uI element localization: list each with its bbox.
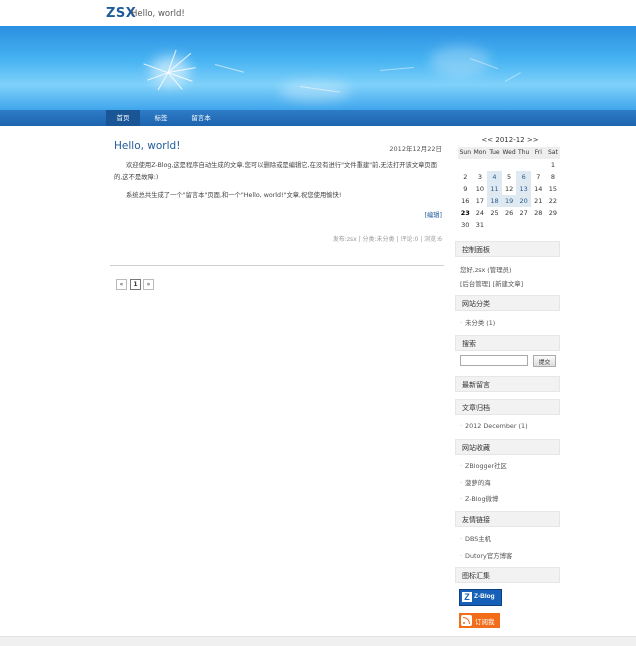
post-date: 2012年12月22日 (389, 145, 442, 153)
site-subtitle: Hello, world! (131, 9, 185, 19)
calendar-day: 27 (519, 209, 528, 217)
search-input[interactable] (460, 355, 528, 366)
rss-icon (461, 615, 472, 626)
main-nav: 首页 标签 留言本 (0, 110, 636, 126)
pager-current-page: 1 (130, 279, 141, 290)
calendar-day: 8 (550, 173, 555, 181)
site-header: ZSX Hello, world! (0, 0, 636, 26)
search-submit-button[interactable]: 提交 (533, 355, 556, 367)
favorite-link[interactable]: · ZBlogger社区 (460, 461, 507, 470)
calendar-weekday: Fri (531, 147, 546, 159)
calendar-day: 9 (463, 185, 468, 193)
admin-panel-link[interactable]: [后台管理] (460, 280, 491, 288)
favorite-link[interactable]: · Z-Blog微博 (460, 494, 498, 503)
calendar-day: 15 (548, 185, 558, 193)
calendar-day: 25 (490, 209, 499, 217)
post-title[interactable]: Hello, world! (114, 140, 180, 152)
calendar-day: 17 (475, 197, 485, 205)
rss-subscribe-badge[interactable]: 订阅我 (459, 613, 500, 628)
friend-link[interactable]: · Dutory官方博客 (460, 551, 512, 560)
calendar-day: 31 (475, 221, 485, 229)
post-paragraph: 系统总共生成了一个"留言本"页面,和一个"Hello, world!"文章,祝您… (126, 192, 342, 199)
favorites-heading: 网站收藏 (455, 439, 560, 455)
pager-next-button[interactable]: » (143, 279, 154, 290)
archive-item[interactable]: · 2012 December (1) (460, 422, 528, 430)
post-author[interactable]: 发布:zsx (333, 236, 357, 243)
post-comments[interactable]: 评论:0 (400, 236, 418, 243)
calendar-day: 30 (461, 221, 470, 229)
calendar-month: 2012-12 (495, 136, 525, 144)
calendar-day: 28 (534, 209, 543, 217)
calendar-weekday: Sat (545, 147, 561, 159)
badges-heading: 图标汇集 (455, 567, 560, 583)
pager-prev-button[interactable]: « (116, 279, 127, 290)
rss-badge-label: 订阅我 (475, 618, 495, 626)
calendar-header: << 2012-12 >> (458, 136, 562, 144)
admin-links: [后台管理] [新建文章] (460, 279, 523, 288)
calendar-day: 23 (460, 209, 470, 217)
zblog-logo-icon: Z (462, 592, 472, 602)
calendar-day-link[interactable]: 11 (487, 183, 502, 195)
post-divider (110, 265, 444, 266)
latest-comments-heading: 最新留言 (455, 376, 560, 392)
calendar-day: 2 (463, 173, 468, 181)
nav-item-tags[interactable]: 标签 (144, 110, 178, 126)
calendar-prev-button[interactable]: << (481, 136, 493, 144)
calendar-day: 7 (536, 173, 541, 181)
calendar-day: 10 (475, 185, 485, 193)
calendar-day: 1 (550, 161, 555, 169)
calendar-day: 22 (548, 197, 558, 205)
calendar-day: 26 (504, 209, 514, 217)
calendar-day-link[interactable]: 13 (516, 183, 531, 195)
calendar-day: 21 (534, 197, 543, 205)
calendar-day: 24 (475, 209, 485, 217)
calendar-day-link[interactable]: 19 (501, 195, 517, 207)
edit-link[interactable]: [编辑] (400, 210, 442, 219)
calendar-day: 14 (534, 185, 543, 193)
zblog-badge-label: Z-Blog (474, 593, 495, 600)
calendar-weekday: Thu (516, 147, 531, 159)
calendar-weekday: Tue (487, 147, 502, 159)
calendar-weekday: Mon (472, 147, 488, 159)
categories-heading: 网站分类 (455, 295, 560, 311)
zblog-badge[interactable]: Z Z-Blog (459, 589, 502, 606)
favorite-link[interactable]: · 菠萝的海 (460, 478, 491, 487)
calendar-day: 3 (477, 173, 482, 181)
calendar-weekday: Wed (501, 147, 517, 159)
calendar-day-link[interactable]: 20 (516, 195, 531, 207)
calendar-day: 12 (504, 185, 514, 193)
friend-links-heading: 友情链接 (455, 511, 560, 527)
category-item[interactable]: · 未分类 (1) (460, 318, 495, 327)
post-views: 浏览:6 (424, 236, 442, 243)
control-panel-heading: 控制面板 (455, 241, 560, 257)
post-meta: 发布:zsx | 分类:未分类 | 评论:0 | 浏览:6 (300, 234, 442, 243)
nav-item-guestbook[interactable]: 留言本 (184, 110, 218, 126)
calendar-day-link[interactable]: 6 (516, 171, 531, 183)
archives-heading: 文章归档 (455, 399, 560, 415)
calendar-day-link[interactable]: 4 (487, 171, 502, 183)
meta-separator: | (396, 236, 399, 243)
calendar-day: 16 (461, 197, 470, 205)
post-category[interactable]: 分类:未分类 (363, 236, 395, 243)
calendar-day: 5 (507, 173, 512, 181)
user-greeting: 您好,zsx (管理员) (460, 266, 512, 274)
nav-item-home[interactable]: 首页 (106, 110, 140, 126)
calendar-day: 29 (548, 209, 558, 217)
friend-link[interactable]: · DBS主机 (460, 534, 491, 543)
meta-separator: | (420, 236, 423, 243)
header-banner (0, 26, 636, 110)
calendar-weekday: Sun (458, 147, 473, 159)
meta-separator: | (358, 236, 361, 243)
search-heading: 搜索 (455, 335, 560, 351)
post-paragraph: 欢迎使用Z-Blog,这是程序自动生成的文章.您可以删除或是编辑它,在没有进行"… (114, 162, 438, 181)
calendar-next-button[interactable]: >> (527, 136, 539, 144)
new-post-link[interactable]: [新建文章] (493, 280, 524, 288)
calendar-day-link[interactable]: 18 (487, 195, 502, 207)
